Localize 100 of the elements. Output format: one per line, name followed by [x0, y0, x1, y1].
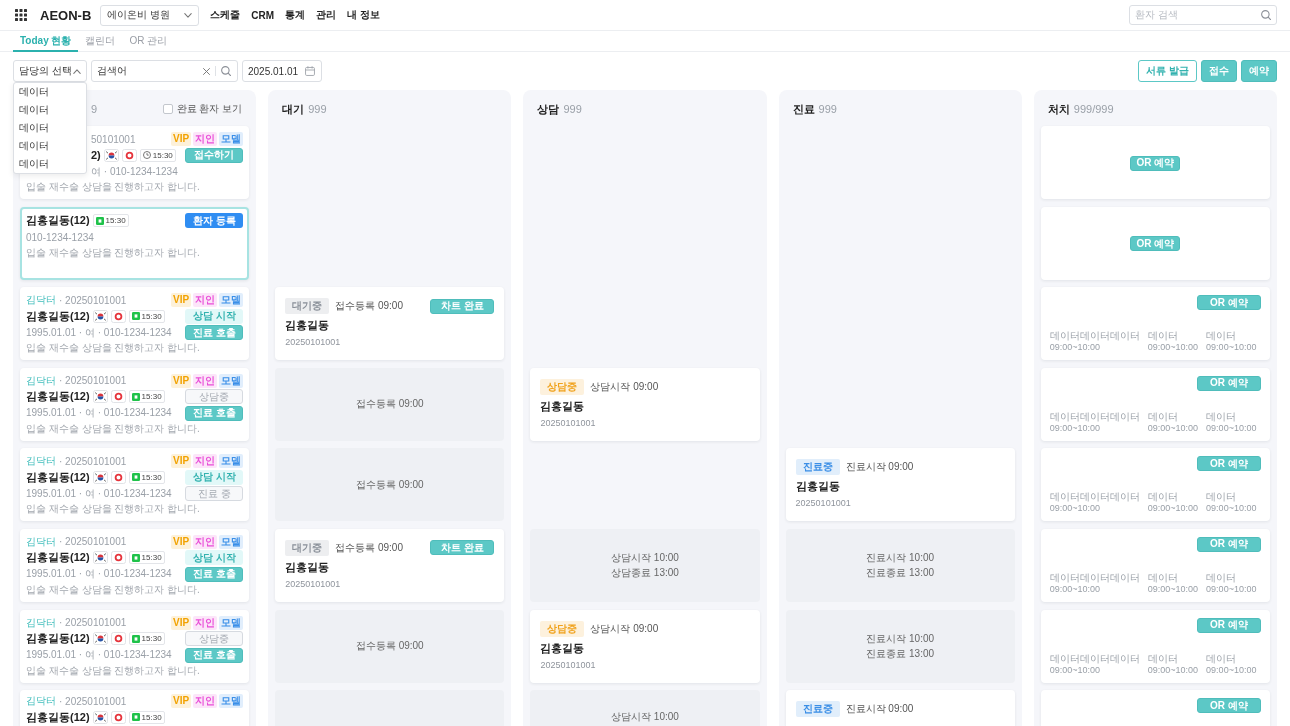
action-button[interactable]: 예약 [1241, 60, 1277, 82]
patient-card[interactable]: 김닥터 · 20250101001 VIP 지인 모델 김홍길동(12) 15:30 상담 시작 1995.01.01 · 여 · 010-1234-1234 진료 호출 입술 재수술 상담을 진행하고자 합니다. [20, 287, 250, 361]
status-tag: 상담중 [540, 620, 585, 637]
search-icon[interactable] [221, 66, 231, 76]
procedure-card[interactable]: OR 예약 [1040, 690, 1270, 726]
action-button[interactable]: OR 예약 [1197, 617, 1261, 633]
slot-text: 진료시작 10:00 [866, 551, 935, 564]
menu-item[interactable]: 데이터 [14, 101, 86, 119]
action-button[interactable]: 진료 호출 [185, 566, 244, 582]
patient-card[interactable]: 김닥터 · 20250101001 VIP 지인 모델 김홍길동(12) 15:30 상담 시작 1995.01.01 · 여 · 010-1234-1234 진료 호출 입술 재수술 상담을 진행하고자 합니다. [20, 528, 250, 602]
time-slot[interactable]: 진료시작 10:00 진료종료 13:00 [785, 609, 1015, 683]
entry-time: 09:00~10:00 [1206, 503, 1257, 515]
visit-card[interactable]: 대기중 접수등록 09:00 차트 완료 김홍길동 20250101001 [275, 528, 505, 602]
action-button[interactable]: 환자 등록 [185, 213, 244, 229]
patient-card[interactable]: 김닥터 · 20250101001 VIP 지인 모델 김홍길동(12) 15:30 상담 시작 1995.01.01 · 여 · 010-1234-1234 진료 중 입술 재수술 상담을 진행하고자 합니다. [20, 448, 250, 522]
patient-card[interactable]: 김닥터 · 20250101001 VIP 지인 모델 김홍길동(12) 15:30 상담중 1995.01.01 · 여 · 010-1234-1234 진료 호출 입술 재수술 상담을 진행하고자 합니다. [20, 609, 250, 683]
patient-info: 1995.01.01 · 여 · 010-1234-1234 [26, 486, 172, 501]
nav-link[interactable]: CRM [251, 9, 275, 21]
visit-card[interactable]: 상담중 상담시작 09:00 김홍길동 20250101001 [530, 367, 760, 441]
slot-text: 진료종료 13:00 [866, 647, 935, 660]
column-count: 999 [818, 103, 837, 115]
nav-link[interactable]: 통계 [285, 8, 306, 22]
doctor-name: 김닥터 [26, 454, 56, 469]
action-button[interactable]: 상담중 [185, 631, 244, 647]
action-button[interactable]: 서류 발급 [1138, 60, 1197, 82]
doctor-select[interactable]: 담당의 선택 [13, 60, 87, 82]
patient-card[interactable]: 김홍길동(12) 15:30 환자 등록 010-1234-1234 입술 재수술 상담을 진행하고자 합니다. [20, 206, 250, 280]
action-button[interactable]: OR 예약 [1197, 375, 1261, 391]
hospital-select[interactable]: 에이온비 병원 [100, 4, 200, 26]
action-button[interactable]: 접수 [1201, 60, 1237, 82]
square-icon [131, 312, 140, 321]
action-button[interactable]: 접수하기 [185, 147, 244, 163]
calendar-icon[interactable] [305, 66, 315, 76]
slot-text: 상담시작 10:00 [611, 551, 679, 564]
action-button[interactable]: OR 예약 [1130, 155, 1181, 171]
search-field[interactable]: 검색어 [91, 60, 238, 82]
action-button[interactable]: 진료 중 [185, 486, 244, 502]
procedure-card[interactable]: OR 예약 [1040, 206, 1270, 280]
action-button[interactable]: 차트 완료 [430, 298, 495, 314]
chart-number: 50101001 [91, 133, 136, 145]
checkbox-label[interactable]: 완료 환자 보기 [176, 102, 243, 116]
procedure-card[interactable]: OR 예약 데이터데이터데이터 09:00~10:00 데이터 09:00~10:00 데이터 09:00~10:00 [1040, 287, 1270, 361]
action-button[interactable]: 진료 호출 [185, 405, 244, 421]
time-slot[interactable]: 접수등록 09:00 [275, 448, 505, 522]
procedure-card[interactable]: OR 예약 데이터데이터데이터 09:00~10:00 데이터 09:00~10:00 데이터 09:00~10:00 [1040, 448, 1270, 522]
time-slot[interactable]: 접수등록 09:00 [275, 609, 505, 683]
action-button[interactable]: 진료 호출 [185, 325, 244, 341]
nav-link[interactable]: 스케줄 [210, 8, 241, 22]
procedure-card[interactable]: OR 예약 데이터데이터데이터 09:00~10:00 데이터 09:00~10:00 데이터 09:00~10:00 [1040, 367, 1270, 441]
checkbox[interactable] [162, 104, 173, 114]
status-tag: 대기중 [285, 298, 330, 315]
action-button[interactable]: OR 예약 [1197, 536, 1261, 552]
doctor-name: 김닥터 [26, 373, 56, 388]
visit-card[interactable]: 진료중 진료시작 09:00 김홍길동 20250101001 [785, 448, 1015, 522]
procedure-card[interactable]: OR 예약 데이터데이터데이터 09:00~10:00 데이터 09:00~10:00 데이터 09:00~10:00 [1040, 528, 1270, 602]
time-slot[interactable]: 접수등록 09:00 [275, 367, 505, 441]
action-button[interactable]: OR 예약 [1197, 295, 1261, 311]
action-button[interactable]: OR 예약 [1130, 236, 1181, 252]
action-button[interactable]: 상담 시작 [185, 469, 244, 485]
patient-search-field[interactable]: 환자 검색 [1129, 5, 1277, 25]
column-title: 진료 [792, 101, 815, 117]
action-button[interactable]: OR 예약 [1197, 698, 1261, 714]
tab[interactable]: OR 관리 [122, 31, 175, 52]
time-text: 상담시작 09:00 [590, 379, 659, 394]
time-slot[interactable]: 상담시작 10:00 [530, 690, 760, 726]
time-slot[interactable]: 진료시작 10:00 진료종료 13:00 [785, 528, 1015, 602]
time-text: 접수등록 09:00 [335, 540, 403, 555]
patient-card[interactable]: 김닥터 · 20250101001 VIP 지인 모델 김홍길동(12) 15:30 [20, 690, 250, 726]
time-label: 15:30 [152, 150, 173, 160]
tab[interactable]: Today 현황 [13, 31, 79, 52]
visit-card[interactable]: 대기중 접수등록 09:00 차트 완료 김홍길동 20250101001 [275, 287, 505, 361]
patient-tag: 모델 [219, 373, 244, 388]
patient-card[interactable]: 김닥터 · 20250101001 VIP 지인 모델 김홍길동(12) 15:30 상담중 1995.01.01 · 여 · 010-1234-1234 진료 호출 입술 재수술 상담을 진행하고자 합니다. [20, 367, 250, 441]
menu-item[interactable]: 데이터 [14, 83, 86, 101]
procedure-card[interactable]: OR 예약 [1040, 126, 1270, 199]
action-button[interactable]: 진료 호출 [185, 647, 244, 663]
action-button[interactable]: 상담중 [185, 389, 244, 405]
date-field[interactable]: 2025.01.01 [242, 60, 322, 82]
entry-title: 데이터데이터데이터 [1049, 571, 1140, 584]
procedure-card[interactable]: OR 예약 데이터데이터데이터 09:00~10:00 데이터 09:00~10:00 데이터 09:00~10:00 [1040, 609, 1270, 683]
visit-card[interactable]: 진료중 진료시작 09:00 [785, 690, 1015, 726]
tab[interactable]: 캘린더 [78, 31, 123, 52]
time-text: 상담시작 09:00 [590, 621, 659, 636]
action-button[interactable]: 상담 시작 [185, 550, 244, 566]
search-icon[interactable] [1261, 10, 1271, 20]
nav-link[interactable]: 관리 [316, 8, 337, 22]
action-button[interactable]: OR 예약 [1197, 456, 1261, 472]
visit-card[interactable]: 상담중 상담시작 09:00 김홍길동 20250101001 [530, 609, 760, 683]
patient-tag: 지인 [193, 615, 218, 630]
clear-icon[interactable] [203, 67, 210, 75]
patient-name: 김홍길동 [285, 559, 331, 574]
app-grid-icon[interactable] [15, 9, 27, 21]
time-slot[interactable]: 상담시작 10:00 상담종료 13:00 [530, 528, 760, 602]
nav-link[interactable]: 내 정보 [347, 8, 380, 22]
patient-tag: VIP [171, 293, 192, 308]
patient-tag: VIP [171, 454, 192, 469]
column-title: 상담 [537, 101, 560, 117]
action-button[interactable]: 차트 완료 [430, 540, 495, 556]
action-button[interactable]: 상담 시작 [185, 308, 244, 324]
patient-name: 김홍길동(12) [26, 389, 90, 405]
